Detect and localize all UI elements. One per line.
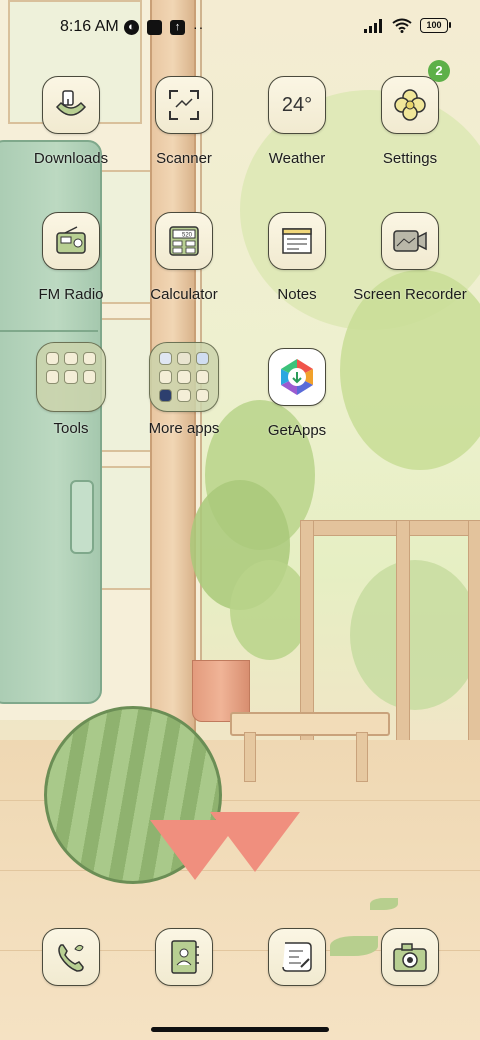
folder-icon xyxy=(36,342,106,412)
mini-app-icon xyxy=(64,370,78,384)
mini-app-icon xyxy=(177,352,191,366)
app-label: Calculator xyxy=(150,286,218,303)
porch-railing xyxy=(300,520,480,742)
dock-contacts[interactable] xyxy=(127,928,241,986)
more-dots-icon: ·· xyxy=(193,19,205,35)
app-settings[interactable]: Settings xyxy=(353,76,467,168)
foliage xyxy=(230,560,310,660)
radio-icon xyxy=(42,212,100,270)
wifi-icon xyxy=(392,18,412,33)
app-label: Scanner xyxy=(156,150,212,167)
app-label: Settings xyxy=(382,150,438,167)
fallen-leaf xyxy=(370,898,398,910)
downloads-icon xyxy=(42,76,100,134)
stop-square-icon xyxy=(147,19,162,35)
mini-app-icon xyxy=(195,352,209,366)
app-label: Notes xyxy=(277,286,317,303)
mini-app-icon xyxy=(46,370,60,384)
signal-bars-icon xyxy=(364,18,382,33)
mini-app-icon xyxy=(159,352,173,366)
mini-app-icon xyxy=(82,352,96,366)
status-time: 8:16 AM xyxy=(60,18,119,35)
app-scanner[interactable]: Scanner xyxy=(127,76,241,168)
app-label: Tools xyxy=(53,420,89,437)
dock-phone[interactable] xyxy=(14,928,128,986)
folder-more-apps[interactable]: More apps xyxy=(127,342,241,438)
app-notes[interactable]: Notes xyxy=(240,212,354,304)
mini-app-icon xyxy=(64,352,78,366)
wooden-stool xyxy=(230,712,390,782)
mini-app-icon xyxy=(46,352,60,366)
mini-app-icon xyxy=(177,370,191,384)
mini-app-icon xyxy=(159,370,173,384)
dock-messages[interactable] xyxy=(240,928,354,986)
app-calculator[interactable]: 520 Calculator xyxy=(127,212,241,304)
upload-arrow-icon: ↑ xyxy=(170,19,185,35)
calculator-icon: 520 xyxy=(155,212,213,270)
notification-icons: ◐ ↑ ·· xyxy=(124,19,204,35)
contacts-icon xyxy=(155,928,213,986)
phone-icon xyxy=(42,928,100,986)
mini-app-icon xyxy=(159,388,173,402)
calculator-display: 520 xyxy=(182,233,193,239)
mini-app-icon xyxy=(195,370,209,384)
battery-icon: 100 xyxy=(420,18,451,33)
messages-icon xyxy=(268,928,326,986)
status-bar: 8:16 AM ◐ ↑ ·· 100 xyxy=(0,0,480,56)
app-label: Screen Recorder xyxy=(353,286,467,303)
app-label: FM Radio xyxy=(38,286,104,303)
app-label: Downloads xyxy=(33,150,109,167)
app-label: Weather xyxy=(268,150,326,167)
getapps-icon xyxy=(268,348,326,406)
weather-temperature: 24° xyxy=(281,94,313,116)
watermelon-slice xyxy=(210,812,300,872)
video-camera-icon xyxy=(381,212,439,270)
app-weather[interactable]: 24° Weather xyxy=(240,76,354,168)
app-getapps[interactable]: GetApps xyxy=(240,348,354,440)
app-fm-radio[interactable]: FM Radio xyxy=(14,212,128,304)
app-label: More apps xyxy=(148,420,220,437)
app-screen-recorder[interactable]: Screen Recorder xyxy=(353,212,467,304)
settings-icon xyxy=(381,76,439,134)
folder-icon xyxy=(149,342,219,412)
mini-app-icon xyxy=(177,388,191,402)
app-label: GetApps xyxy=(267,422,327,439)
fridge-handle xyxy=(70,480,94,554)
camera-icon xyxy=(381,928,439,986)
mini-app-icon xyxy=(195,388,209,402)
notes-icon xyxy=(268,212,326,270)
app-downloads[interactable]: Downloads xyxy=(14,76,128,168)
folder-tools[interactable]: Tools xyxy=(14,342,128,438)
data-saver-icon: ◐ xyxy=(124,19,139,35)
mini-app-icon xyxy=(82,370,96,384)
system-indicators: 100 xyxy=(364,18,451,33)
home-gesture-bar[interactable] xyxy=(151,1027,329,1032)
window-pane xyxy=(100,466,152,590)
dock-camera[interactable] xyxy=(353,928,467,986)
weather-icon: 24° xyxy=(268,76,326,134)
settings-notification-badge: 2 xyxy=(428,60,450,82)
fridge-divider xyxy=(0,330,98,332)
scanner-icon xyxy=(155,76,213,134)
